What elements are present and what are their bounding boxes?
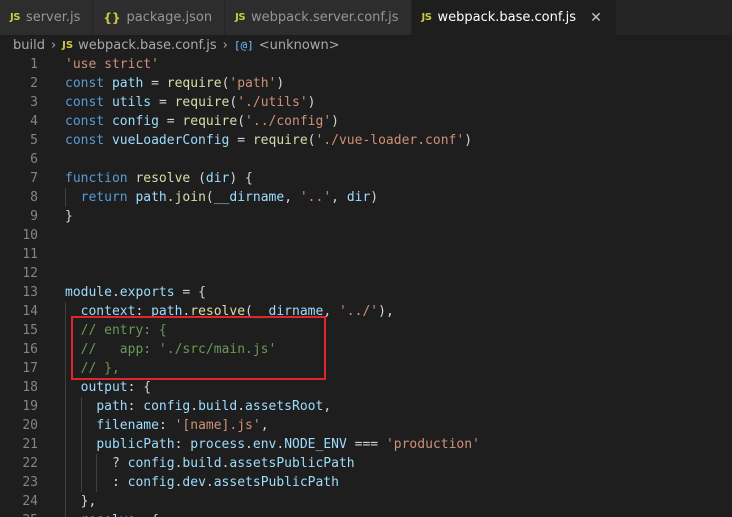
line-number: 21 [22,437,38,452]
code-line[interactable]: 18 output: { [0,378,732,397]
js-file-icon: JS [421,12,432,23]
code-line[interactable]: 17 // }, [0,359,732,378]
line-number: 13 [22,285,38,300]
json-file-icon: {} [103,10,121,25]
code-text: publicPath: process.env.NODE_ENV === 'pr… [96,437,480,452]
code-line[interactable]: 14 context: path.resolve(__dirname, '../… [0,302,732,321]
code-text: context: path.resolve(__dirname, '../'), [80,304,394,319]
code-text: // entry: { [80,323,167,338]
code-line[interactable]: 5 const vueLoaderConfig = require('./vue-… [0,131,732,150]
code-text: const config = require('../config') [65,114,339,129]
line-number: 6 [30,152,38,167]
code-text: // app: './src/main.js' [80,342,277,357]
code-text: output: { [80,380,152,395]
line-number: 5 [30,133,38,148]
tab-bar: JS server.js {} package.json JS webpack.… [0,0,732,35]
line-number: 18 [22,380,38,395]
tab-package-json[interactable]: {} package.json [93,0,226,35]
code-line[interactable]: 22 ? config.build.assetsPublicPath [0,454,732,473]
line-number: 16 [22,342,38,357]
line-number: 12 [22,266,38,281]
code-line[interactable]: 19 path: config.build.assetsRoot, [0,397,732,416]
code-text: }, [80,494,97,509]
line-number: 25 [0,511,38,517]
code-text: const vueLoaderConfig = require('./vue-l… [65,133,473,148]
line-number: 1 [30,57,38,72]
code-line[interactable]: 4 const config = require('../config') [0,112,732,131]
code-line[interactable]: 7 function resolve (dir) { [0,169,732,188]
line-number: 14 [22,304,38,319]
js-file-icon: JS [10,12,20,23]
code-line[interactable]: 16 // app: './src/main.js' [0,340,732,359]
code-text: module.exports = { [65,285,206,300]
code-line[interactable]: 13 module.exports = { [0,283,732,302]
indent-guide [65,302,66,517]
tab-label: package.json [126,10,213,25]
symbol-variable-icon: [@] [233,38,254,52]
code-line[interactable]: 10 [0,226,732,245]
code-text: function resolve (dir) { [65,171,253,186]
line-number: 24 [22,494,38,509]
indent-guide [80,397,82,492]
line-number: 15 [22,323,38,338]
indent-guide [65,188,66,207]
code-editor[interactable]: 1 'use strict' 2 const path = require('path… [0,55,732,517]
line-number: 23 [22,475,38,490]
tab-label: webpack.base.conf.js [437,10,577,25]
code-line[interactable]: 20 filename: '[name].js', [0,416,732,435]
indent-guide [96,454,98,492]
code-line[interactable]: 6 [0,150,732,169]
code-text: return path.join(__dirname, '..', dir) [80,190,379,205]
code-text: resolve: { [65,511,159,517]
close-icon[interactable]: ✕ [588,10,604,26]
code-line[interactable]: 3 const utils = require('./utils') [0,93,732,112]
breadcrumb-file[interactable]: webpack.base.conf.js [78,38,217,53]
line-number: 10 [22,228,38,243]
code-line[interactable]: 9} [0,207,732,226]
code-text: 'use strict' [65,57,159,72]
code-line[interactable]: 23 : config.dev.assetsPublicPath [0,473,732,492]
code-line[interactable]: 8 return path.join(__dirname, '..', dir) [0,188,732,207]
chevron-right-icon: › [50,37,57,53]
code-text: } [65,209,73,224]
line-number: 11 [22,247,38,262]
tab-webpack-base-conf[interactable]: JS webpack.base.conf.js ✕ [411,0,618,35]
js-file-icon: JS [62,39,74,51]
code-text: filename: '[name].js', [96,418,269,433]
code-line[interactable]: 1 'use strict' [0,55,732,74]
line-number: 17 [22,361,38,376]
code-text: path: config.build.assetsRoot, [96,399,332,414]
code-text: const utils = require('./utils') [65,95,316,110]
code-text: : config.dev.assetsPublicPath [111,475,339,490]
code-line[interactable]: 12 [0,264,732,283]
line-number: 20 [22,418,38,433]
line-number: 19 [22,399,38,414]
breadcrumb-symbol[interactable]: <unknown> [259,38,340,53]
code-text: const path = require('path') [65,76,285,91]
code-line[interactable]: 2 const path = require('path') [0,74,732,93]
tab-label: server.js [25,10,81,25]
line-number: 8 [30,190,38,205]
line-number: 9 [30,209,38,224]
code-line[interactable]: 11 [0,245,732,264]
code-text: ? config.build.assetsPublicPath [111,456,355,471]
chevron-right-icon: › [222,37,228,53]
breadcrumb-folder[interactable]: build [13,38,45,53]
tab-server-js[interactable]: JS server.js [0,0,94,35]
line-number: 4 [30,114,38,129]
code-line[interactable]: 25 resolve: { [0,511,732,517]
line-number: 2 [30,76,38,91]
line-number: 7 [30,171,38,186]
line-number: 3 [30,95,38,110]
code-line[interactable]: 24 }, [0,492,732,511]
code-line[interactable]: 21 publicPath: process.env.NODE_ENV === … [0,435,732,454]
breadcrumb: build › JS webpack.base.conf.js › [@] <u… [0,35,732,55]
tab-label: webpack.server.conf.js [251,10,399,25]
code-text: // }, [80,361,120,376]
code-line[interactable]: 15 // entry: { [0,321,732,340]
tab-webpack-server-conf[interactable]: JS webpack.server.conf.js [225,0,412,35]
line-number: 22 [22,456,38,471]
js-file-icon: JS [235,12,246,23]
